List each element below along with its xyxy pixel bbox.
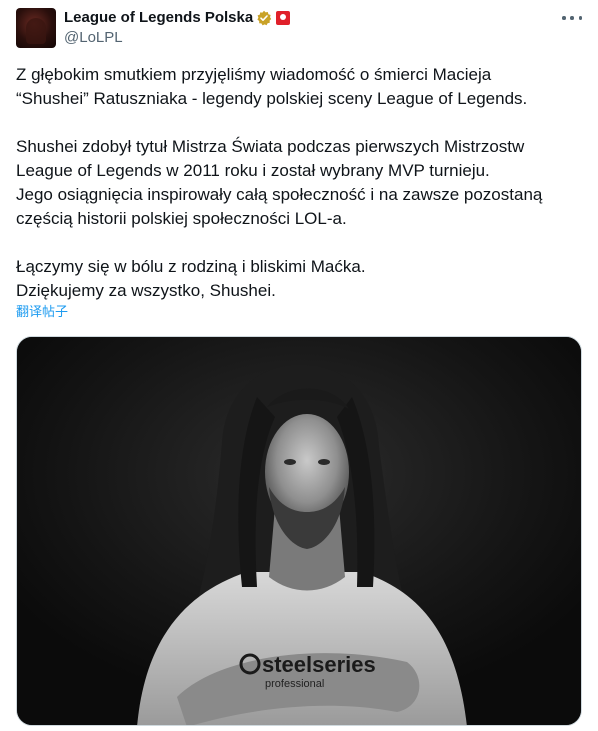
- more-dot: [562, 16, 566, 20]
- verified-badge-icon[interactable]: [256, 10, 272, 26]
- portrait-photo: steelseries professional: [17, 337, 581, 725]
- shirt-sub-text: professional: [265, 678, 324, 690]
- text-line: Z głębokim smutkiem przyjęliśmy wiadomoś…: [16, 65, 492, 84]
- text-line: Dziękujemy za wszystko, Shushei.: [16, 281, 276, 300]
- tweet-text: Z głębokim smutkiem przyjęliśmy wiadomoś…: [16, 63, 582, 303]
- more-options-icon[interactable]: [562, 10, 582, 26]
- tweet-paragraph: Shushei zdobył tytuł Mistrza Świata podc…: [16, 135, 582, 231]
- handle[interactable]: @LoLPL: [64, 28, 582, 48]
- text-line: “Shushei” Ratuszniaka - legendy polskiej…: [16, 89, 528, 108]
- tweet-paragraph: Z głębokim smutkiem przyjęliśmy wiadomoś…: [16, 63, 582, 111]
- shirt-logo-text: steelseries: [262, 652, 376, 677]
- more-dot: [578, 16, 582, 20]
- name-row: League of Legends Polska: [64, 8, 582, 28]
- post-image[interactable]: steelseries professional: [16, 336, 582, 726]
- more-dot: [570, 16, 574, 20]
- text-line: Jego osiągnięcia inspirowały całą społec…: [16, 185, 543, 204]
- avatar[interactable]: [16, 8, 56, 48]
- tweet-header: League of Legends Polska @LoLPL: [64, 8, 582, 48]
- tweet-paragraph: Łączymy się w bólu z rodziną i bliskimi …: [16, 255, 582, 303]
- tweet-card: League of Legends Polska @LoLPL Z głębok…: [0, 0, 598, 731]
- text-line: Shushei zdobył tytuł Mistrza Świata podc…: [16, 137, 525, 156]
- avatar-figure: [26, 18, 46, 44]
- text-line: League of Legends w 2011 roku i został w…: [16, 161, 490, 180]
- translate-post-link[interactable]: 翻译帖子: [16, 305, 68, 321]
- display-name[interactable]: League of Legends Polska: [64, 8, 253, 28]
- affiliate-badge-icon[interactable]: [276, 11, 291, 25]
- eye-left: [284, 459, 296, 465]
- text-line: Łączymy się w bólu z rodziną i bliskimi …: [16, 257, 366, 276]
- text-line: częścią historii polskiej społeczności L…: [16, 209, 347, 228]
- eye-right: [318, 459, 330, 465]
